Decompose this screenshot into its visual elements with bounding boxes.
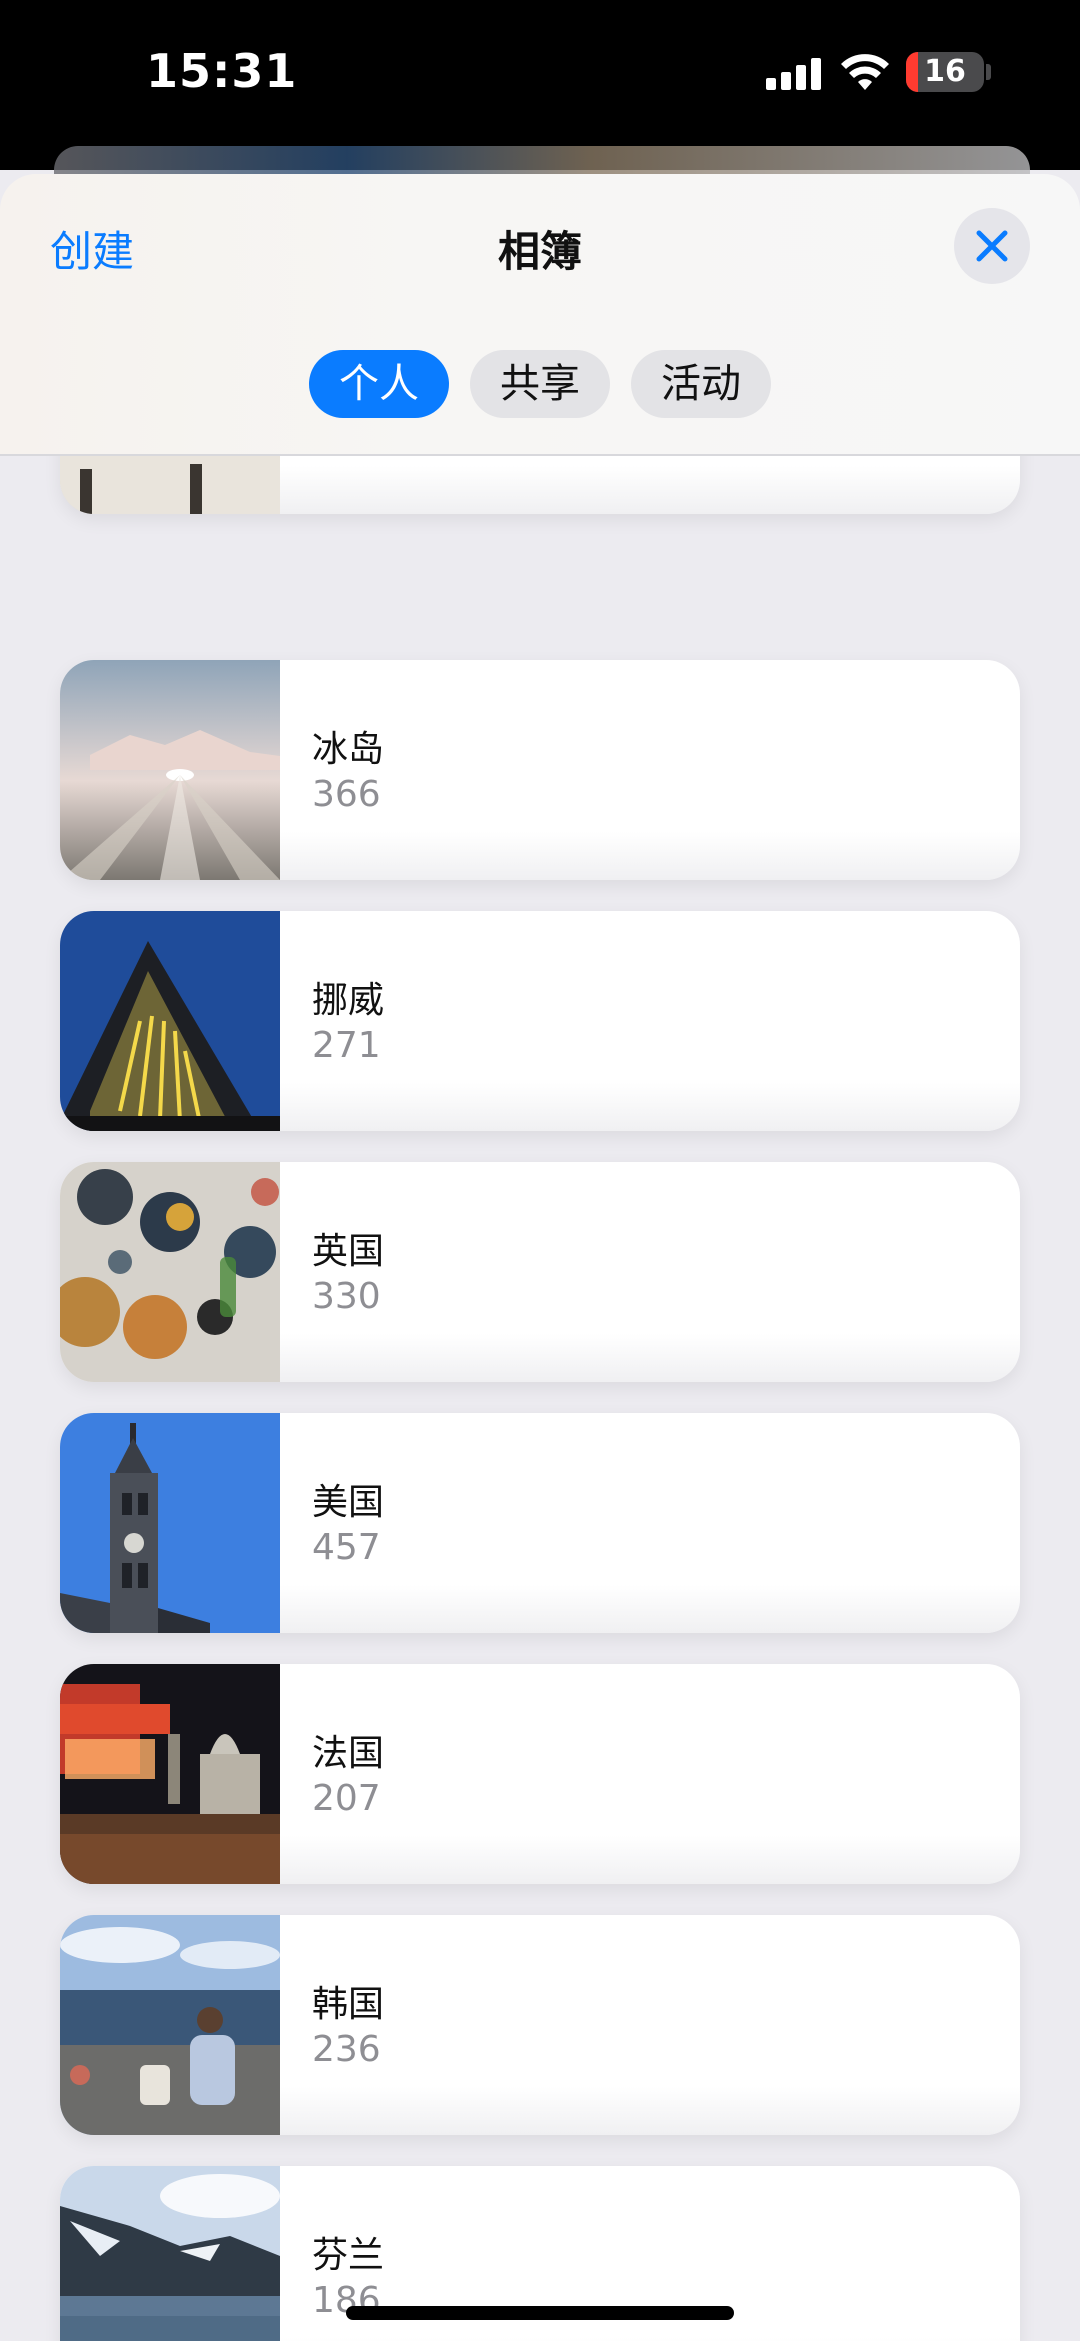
- home-indicator[interactable]: [346, 2306, 734, 2320]
- album-name: 法国: [312, 1733, 385, 1774]
- album-name: 美国: [312, 1482, 385, 1523]
- album-count: 366: [312, 774, 381, 815]
- segment-activity[interactable]: 活动: [631, 350, 771, 418]
- album-thumbnail: [60, 911, 280, 1131]
- segment-shared[interactable]: 共享: [470, 350, 610, 418]
- battery-level: 16: [924, 54, 966, 89]
- album-count: 330: [312, 1276, 381, 1317]
- wifi-icon: [841, 54, 889, 90]
- battery-indicator: 16: [906, 52, 984, 92]
- status-bar: 15:31 16: [0, 0, 1080, 170]
- album-name: 冰岛: [312, 729, 385, 770]
- album-card[interactable]: 法国 207: [60, 1664, 1020, 1884]
- album-count: 207: [312, 1778, 381, 1819]
- album-count: 457: [312, 1527, 381, 1568]
- album-card[interactable]: 冰岛 366: [60, 660, 1020, 880]
- sheet-title: 相簿: [497, 227, 582, 276]
- album-count: 271: [312, 1025, 381, 1066]
- album-thumbnail: [60, 660, 280, 880]
- album-card[interactable]: 美国 457: [60, 1413, 1020, 1633]
- album-thumbnail: [60, 1413, 280, 1633]
- album-card[interactable]: 英国 330: [60, 1162, 1020, 1382]
- album-card[interactable]: 韩国 236: [60, 1915, 1020, 2135]
- album-thumbnail: [60, 2166, 280, 2341]
- albums-sheet: 日本 425 冰岛 366: [0, 174, 1080, 2341]
- close-button[interactable]: [954, 208, 1030, 284]
- album-name: 韩国: [312, 1984, 385, 2025]
- status-time: 15:31: [146, 44, 298, 98]
- close-icon: [976, 230, 1008, 262]
- album-count: 236: [312, 2029, 381, 2070]
- battery-cap: [986, 64, 991, 80]
- album-name: 芬兰: [312, 2235, 385, 2276]
- album-thumbnail: [60, 1915, 280, 2135]
- album-card[interactable]: 挪威 271: [60, 911, 1020, 1131]
- album-name: 英国: [312, 1231, 385, 1272]
- album-thumbnail: [60, 1664, 280, 1884]
- album-thumbnail: [60, 1162, 280, 1382]
- segment-personal[interactable]: 个人: [309, 350, 449, 418]
- album-name: 挪威: [312, 980, 385, 1021]
- cellular-signal-icon: [766, 58, 821, 90]
- sheet-header: 创建 相簿 个人 共享 活动: [0, 174, 1080, 456]
